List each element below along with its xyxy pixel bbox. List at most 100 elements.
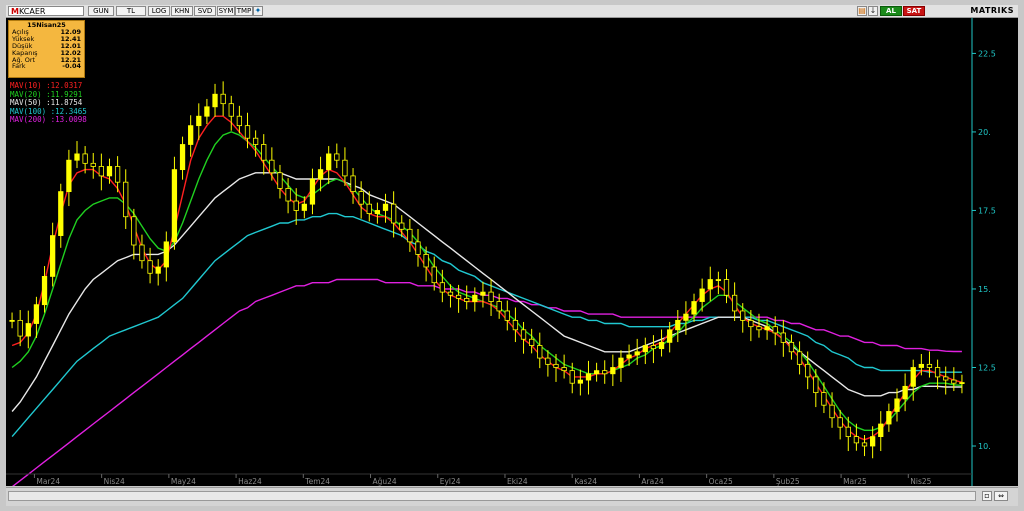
- candle-body: [301, 203, 307, 211]
- candle-body: [317, 169, 324, 180]
- candle-body: [577, 379, 583, 384]
- candle-body: [220, 93, 226, 105]
- candle-body: [269, 159, 275, 174]
- candle-body: [455, 294, 462, 299]
- candle-body: [585, 373, 592, 381]
- candle-body: [553, 363, 559, 368]
- arrow-down-icon[interactable]: ↓: [868, 6, 878, 16]
- x-tick-label: May24: [171, 477, 196, 486]
- candle-body: [675, 319, 681, 331]
- candle-body: [658, 341, 665, 350]
- candle-body: [886, 411, 892, 425]
- y-tick-label: 10.: [978, 442, 991, 451]
- candle-body: [943, 376, 949, 381]
- candle-body: [740, 310, 746, 321]
- candle-body: [861, 442, 868, 447]
- chart-toolbar: MKCAER GUN TL LOG KHN SVD SYM TMP ✦ ▤ ↓ …: [6, 5, 1018, 18]
- horizontal-scrollbar[interactable]: [8, 491, 976, 501]
- candle-body: [699, 288, 705, 302]
- candle-body: [934, 367, 941, 378]
- candle-body: [618, 357, 624, 368]
- candle-body: [374, 210, 381, 214]
- candle-body: [391, 203, 397, 224]
- candle-body: [520, 329, 527, 340]
- candle-body: [634, 351, 640, 356]
- scroll-area: ▫ ⇔: [6, 487, 1018, 506]
- ma-line: [11, 278, 962, 486]
- candle-body: [350, 175, 356, 193]
- candle-body: [147, 260, 153, 274]
- zoom-icon[interactable]: ▫: [982, 491, 992, 501]
- y-tick-label: 15.: [978, 285, 991, 294]
- candle-body: [894, 398, 900, 412]
- candle-body: [569, 370, 575, 384]
- candle-body: [829, 404, 835, 419]
- candle-body: [731, 294, 738, 312]
- info-row: Fark -0.04: [12, 63, 81, 70]
- chart-settings-icon[interactable]: ▤: [857, 6, 867, 16]
- candle-body: [188, 125, 194, 145]
- indicator-legend: MAV(10) :12.0317 MAV(20) :11.9291 MAV(50) …: [10, 81, 87, 125]
- candle-body: [796, 351, 803, 365]
- candle-body: [529, 338, 535, 346]
- candle-body: [472, 294, 478, 302]
- x-tick-label: Şub25: [776, 477, 800, 486]
- candle-body: [196, 115, 202, 127]
- candle-body: [593, 370, 600, 375]
- candle-body: [123, 181, 129, 218]
- candle-body: [918, 363, 924, 368]
- currency-button[interactable]: TL: [116, 6, 146, 16]
- x-tick-label: Nis25: [910, 477, 931, 486]
- ma-line: [11, 131, 962, 431]
- candle-body: [407, 228, 413, 243]
- tmp-button[interactable]: TMP: [235, 6, 253, 16]
- candle-body: [358, 191, 364, 205]
- candle-body: [691, 301, 697, 315]
- x-tick-label: Mar24: [36, 477, 60, 486]
- candle-body: [204, 106, 210, 117]
- candle-body: [545, 357, 551, 365]
- candle-body: [805, 363, 811, 378]
- period-button[interactable]: GUN: [88, 6, 114, 16]
- twitter-icon[interactable]: ✦: [253, 6, 263, 16]
- info-value: -0.04: [62, 62, 81, 71]
- fit-icon[interactable]: ⇔: [994, 491, 1008, 501]
- candle-body: [683, 313, 689, 321]
- candle-body: [366, 203, 372, 214]
- candle-body: [748, 319, 754, 328]
- candle-body: [74, 153, 80, 161]
- candle-body: [910, 367, 916, 387]
- candle-body: [399, 222, 405, 230]
- ohlc-info-box: 15Nisan25 Açılış 12.09 Yüksek 12.41 Düşük 12.…: [8, 20, 85, 78]
- y-tick-label: 17.5: [978, 206, 996, 215]
- candle-body: [650, 345, 657, 350]
- svd-button[interactable]: SVD: [194, 6, 216, 16]
- candle-body: [163, 241, 169, 268]
- legend-series-value: 13.0098: [55, 115, 87, 125]
- sell-button[interactable]: SAT: [903, 6, 925, 16]
- candle-body: [610, 367, 616, 375]
- candle-body: [66, 159, 72, 193]
- khn-button[interactable]: KHN: [171, 6, 193, 16]
- ma-line: [11, 212, 962, 438]
- candle-body: [25, 323, 31, 337]
- x-tick-label: Nis24: [104, 477, 125, 486]
- candle-body: [326, 153, 332, 171]
- log-button[interactable]: LOG: [148, 6, 170, 16]
- x-tick-label: Kas24: [574, 477, 597, 486]
- legend-entry: MAV(200) :13.0098: [10, 115, 87, 125]
- candle-body: [179, 144, 186, 171]
- sym-button[interactable]: SYM: [217, 6, 235, 16]
- candle-body: [139, 244, 145, 262]
- candle-body: [496, 301, 502, 312]
- candle-body: [334, 153, 340, 161]
- buy-button[interactable]: AL: [880, 6, 902, 16]
- candle-body: [342, 159, 348, 177]
- price-chart[interactable]: 10. 12.5 15. 17.5 20. 22.5 Mar24 Nis24 May24 Haz2…: [6, 18, 1018, 486]
- candle-body: [756, 326, 762, 331]
- candle-body: [707, 279, 713, 290]
- y-tick-label: 20.: [978, 128, 991, 137]
- candle-body: [90, 162, 96, 167]
- symbol-field[interactable]: MKCAER: [8, 6, 84, 16]
- candle-body: [228, 103, 234, 117]
